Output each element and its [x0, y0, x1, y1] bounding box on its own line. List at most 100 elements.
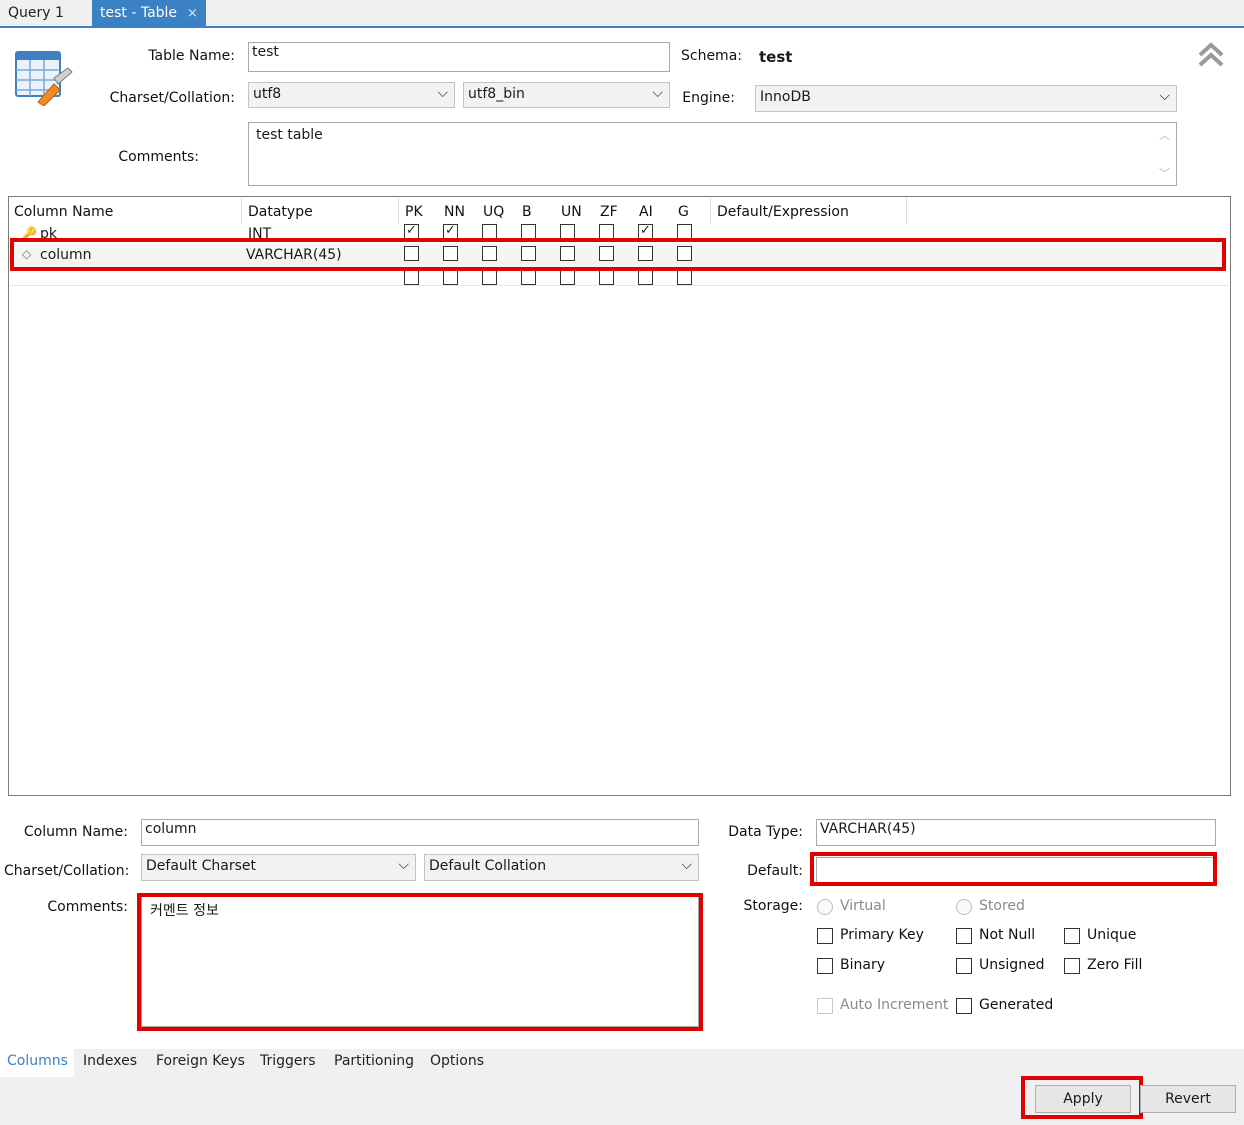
row-datatype[interactable]: VARCHAR(45)	[246, 247, 342, 263]
table-name-label: Table Name:	[148, 48, 235, 64]
generated-checkbox[interactable]	[956, 998, 972, 1014]
default-input[interactable]	[816, 857, 1216, 884]
column-comments-textarea[interactable]: 커멘트 정보	[141, 895, 699, 1027]
header-g[interactable]: G	[678, 204, 689, 220]
zero-fill-label: Zero Fill	[1087, 957, 1143, 973]
scroll-down-icon[interactable]: ﹀	[1159, 165, 1170, 181]
header-uq[interactable]: UQ	[483, 204, 504, 220]
nn-checkbox[interactable]	[443, 246, 458, 261]
charset-select[interactable]: utf8 ⌵	[248, 82, 455, 108]
header-column-name[interactable]: Column Name	[14, 204, 113, 220]
data-type-label: Data Type:	[728, 824, 803, 840]
header-nn[interactable]: NN	[444, 204, 465, 220]
column-name-input[interactable]: column	[141, 819, 699, 846]
pk-checkbox[interactable]	[404, 246, 419, 261]
columns-grid[interactable]	[8, 196, 1231, 796]
chevron-down-icon: ⌵	[437, 85, 448, 101]
column-diamond-icon: ◇	[22, 247, 32, 261]
primary-key-label: Primary Key	[840, 927, 924, 943]
b-checkbox[interactable]	[521, 246, 536, 261]
header-pk[interactable]: PK	[405, 204, 423, 220]
header-default-expression[interactable]: Default/Expression	[717, 204, 849, 220]
binary-label: Binary	[840, 957, 885, 973]
nn-checkbox[interactable]: ✓	[443, 224, 458, 239]
header-un[interactable]: UN	[561, 204, 582, 220]
un-checkbox[interactable]	[560, 246, 575, 261]
pk-checkbox[interactable]	[404, 270, 419, 285]
auto-increment-label: Auto Increment	[840, 997, 949, 1013]
engine-label: Engine:	[682, 90, 735, 106]
nn-checkbox[interactable]	[443, 270, 458, 285]
column-collation-select[interactable]: Default Collation ⌵	[424, 854, 699, 881]
table-editor-icon	[14, 48, 74, 107]
new-row-placeholder[interactable]	[10, 268, 1229, 286]
storage-label: Storage:	[743, 898, 804, 914]
table-comments-textarea[interactable]: test table ︿ ﹀	[248, 122, 1177, 186]
row-column-name[interactable]: column	[40, 247, 92, 263]
header-divider	[241, 198, 242, 224]
collation-value: utf8_bin	[468, 86, 525, 102]
g-checkbox[interactable]	[677, 246, 692, 261]
zf-checkbox[interactable]	[599, 224, 614, 239]
not-null-checkbox[interactable]	[956, 928, 972, 944]
header-ai[interactable]: AI	[639, 204, 653, 220]
tab-query-1[interactable]: Query 1	[0, 0, 92, 26]
header-divider	[906, 198, 907, 224]
tab-partitioning[interactable]: Partitioning	[334, 1053, 414, 1069]
schema-label: Schema:	[680, 48, 742, 64]
ai-checkbox[interactable]	[638, 246, 653, 261]
g-checkbox[interactable]	[677, 270, 692, 285]
unique-checkbox[interactable]	[1064, 928, 1080, 944]
header-b[interactable]: B	[522, 204, 532, 220]
stored-radio[interactable]	[956, 899, 972, 915]
pk-checkbox[interactable]: ✓	[404, 224, 419, 239]
binary-checkbox[interactable]	[817, 958, 833, 974]
tab-columns[interactable]: Columns	[7, 1053, 68, 1069]
primary-key-checkbox[interactable]	[817, 928, 833, 944]
auto-increment-checkbox[interactable]	[817, 998, 833, 1014]
table-row[interactable]: ◇ column VARCHAR(45)	[14, 244, 1222, 268]
chevron-down-icon: ⌵	[652, 85, 663, 101]
chevron-down-icon: ⌵	[1159, 88, 1170, 104]
schema-value: test	[759, 48, 793, 66]
ai-checkbox[interactable]	[638, 270, 653, 285]
column-charset-label: Charset/Collation:	[4, 863, 130, 879]
unsigned-label: Unsigned	[979, 957, 1045, 973]
apply-button[interactable]: Apply	[1035, 1085, 1131, 1113]
uq-checkbox[interactable]	[482, 224, 497, 239]
b-checkbox[interactable]	[521, 224, 536, 239]
tab-triggers[interactable]: Triggers	[260, 1053, 316, 1069]
g-checkbox[interactable]	[677, 224, 692, 239]
header-datatype[interactable]: Datatype	[248, 204, 313, 220]
header-zf[interactable]: ZF	[600, 204, 618, 220]
revert-button[interactable]: Revert	[1140, 1085, 1236, 1113]
table-name-input[interactable]: test	[248, 42, 670, 72]
collation-select[interactable]: utf8_bin ⌵	[463, 82, 670, 108]
collapse-up-icon[interactable]	[1196, 40, 1226, 70]
uq-checkbox[interactable]	[482, 270, 497, 285]
ai-checkbox[interactable]: ✓	[638, 224, 653, 239]
tab-indexes[interactable]: Indexes	[83, 1053, 137, 1069]
scroll-up-icon[interactable]: ︿	[1159, 127, 1170, 143]
tab-options[interactable]: Options	[430, 1053, 484, 1069]
b-checkbox[interactable]	[521, 270, 536, 285]
table-comments-text: test table	[256, 127, 323, 143]
column-charset-select[interactable]: Default Charset ⌵	[141, 854, 416, 881]
virtual-radio[interactable]	[817, 899, 833, 915]
engine-select[interactable]: InnoDB ⌵	[755, 85, 1177, 112]
zero-fill-checkbox[interactable]	[1064, 958, 1080, 974]
stored-label: Stored	[979, 898, 1025, 914]
zf-checkbox[interactable]	[599, 270, 614, 285]
uq-checkbox[interactable]	[482, 246, 497, 261]
data-type-input[interactable]: VARCHAR(45)	[816, 819, 1216, 846]
tab-test-table[interactable]: test - Table ×	[92, 0, 206, 26]
column-name-label: Column Name:	[23, 824, 128, 840]
un-checkbox[interactable]	[560, 270, 575, 285]
unsigned-checkbox[interactable]	[956, 958, 972, 974]
not-null-label: Not Null	[979, 927, 1036, 943]
column-collation-value: Default Collation	[429, 858, 547, 874]
close-icon[interactable]: ×	[187, 6, 198, 21]
zf-checkbox[interactable]	[599, 246, 614, 261]
un-checkbox[interactable]	[560, 224, 575, 239]
tab-foreign-keys[interactable]: Foreign Keys	[156, 1053, 245, 1069]
